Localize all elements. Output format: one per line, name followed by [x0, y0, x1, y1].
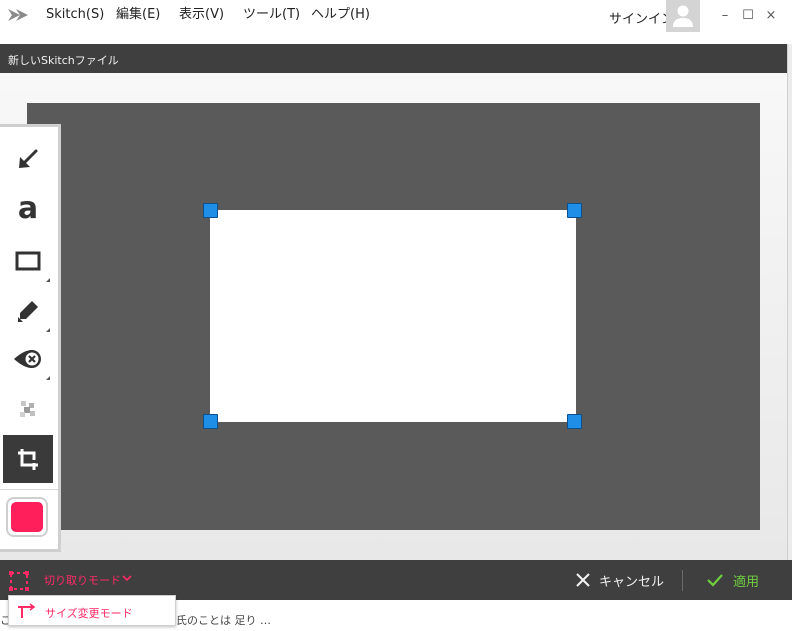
- document-title: 新しいSkitchファイル: [8, 54, 119, 67]
- crop-tool[interactable]: [3, 435, 53, 483]
- menu-skitch[interactable]: Skitch(S): [46, 7, 104, 23]
- skitch-logo-icon: [8, 9, 28, 21]
- crop-handle-bottom-right[interactable]: [567, 414, 582, 429]
- menu-view[interactable]: 表示(V): [179, 7, 224, 23]
- submenu-indicator: [46, 278, 50, 282]
- avatar[interactable]: [666, 0, 700, 32]
- marker-icon: [18, 301, 38, 322]
- crop-area[interactable]: [210, 210, 576, 422]
- apply-button[interactable]: 適用: [707, 570, 759, 590]
- stamp-tool[interactable]: [3, 335, 53, 383]
- document-title-bar: 新しいSkitchファイル: [0, 44, 792, 73]
- arrow-tool[interactable]: [3, 135, 53, 183]
- stamp-icon: [14, 350, 41, 368]
- text-icon: a: [17, 191, 39, 226]
- cancel-button[interactable]: キャンセル: [575, 570, 664, 590]
- crop-mode-dropdown[interactable]: 切り取りモード: [44, 572, 121, 588]
- scrollbar[interactable]: [787, 44, 792, 560]
- palette-divider: [0, 489, 58, 490]
- chevron-down-icon[interactable]: [122, 574, 132, 582]
- menu-bar: Skitch(S) 編集(E) 表示(V) ツール(T) ヘルプ(H) サインイ…: [0, 0, 792, 33]
- close-button[interactable]: ×: [763, 8, 779, 24]
- submenu-indicator: [46, 376, 50, 380]
- workspace: [0, 73, 787, 560]
- submenu-indicator: [46, 328, 50, 332]
- user-icon: [673, 5, 693, 27]
- crop-icon: [18, 449, 38, 470]
- resize-mode-option[interactable]: サイズ変更モード: [45, 605, 133, 621]
- cancel-label: キャンセル: [599, 574, 665, 590]
- mode-popup: サイズ変更モード: [8, 595, 176, 626]
- canvas: [27, 103, 760, 530]
- crop-handle-top-right[interactable]: [567, 203, 582, 218]
- marker-tool[interactable]: [3, 287, 53, 335]
- pixelate-tool[interactable]: [3, 385, 53, 433]
- rectangle-icon: [15, 251, 41, 271]
- crop-handle-bottom-left[interactable]: [203, 414, 218, 429]
- color-picker-button[interactable]: [6, 497, 48, 537]
- crop-mode-icon[interactable]: [9, 571, 29, 591]
- menu-tools[interactable]: ツール(T): [243, 7, 300, 23]
- minimize-button[interactable]: –: [717, 8, 733, 24]
- menu-edit[interactable]: 編集(E): [116, 7, 160, 23]
- toolbar-divider: [682, 570, 683, 591]
- crop-handle-top-left[interactable]: [203, 203, 218, 218]
- text-tool[interactable]: a: [3, 185, 53, 233]
- tool-palette: a: [0, 124, 61, 552]
- shape-tool[interactable]: [3, 237, 53, 285]
- menu-help[interactable]: ヘルプ(H): [311, 7, 370, 23]
- arrow-icon: [19, 149, 38, 168]
- close-icon: [576, 573, 590, 587]
- current-color-swatch: [11, 502, 43, 532]
- apply-label: 適用: [733, 574, 760, 590]
- bottom-toolbar: 切り取りモード キャンセル 適用: [0, 560, 792, 600]
- maximize-button[interactable]: ☐: [740, 8, 756, 24]
- check-icon: [707, 574, 723, 587]
- signin-link[interactable]: サインイン: [609, 8, 674, 27]
- background-text: 氏のことは 足り …: [176, 614, 271, 627]
- pixelate-icon: [20, 401, 35, 417]
- resize-mode-icon: [18, 603, 36, 618]
